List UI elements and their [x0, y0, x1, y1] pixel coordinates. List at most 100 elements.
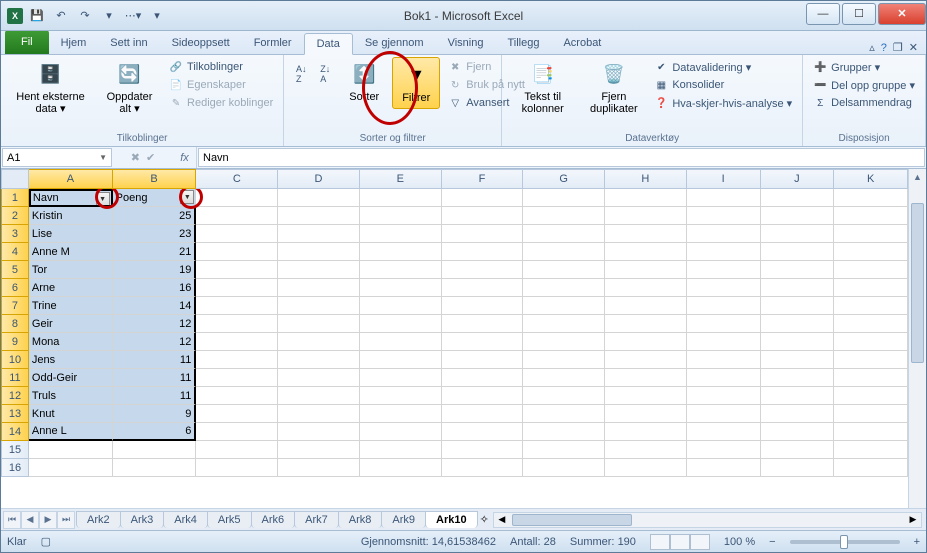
cell-I15[interactable]: [687, 441, 761, 459]
cell-A6[interactable]: Arne: [29, 279, 113, 297]
sort-button[interactable]: ↕️ Sorter: [340, 57, 388, 107]
cell-C13[interactable]: [196, 405, 278, 423]
cell-K7[interactable]: [834, 297, 908, 315]
cell-J2[interactable]: [761, 207, 835, 225]
cell-B11[interactable]: 11: [113, 369, 197, 387]
cell-G2[interactable]: [523, 207, 605, 225]
cell-A10[interactable]: Jens: [29, 351, 113, 369]
row-header-15[interactable]: 15: [1, 441, 29, 459]
cell-E6[interactable]: [360, 279, 442, 297]
sheet-tab-ark3[interactable]: Ark3: [120, 511, 165, 528]
cell-D13[interactable]: [278, 405, 360, 423]
cell-D8[interactable]: [278, 315, 360, 333]
cell-F10[interactable]: [442, 351, 524, 369]
cell-H3[interactable]: [605, 225, 687, 243]
cell-B12[interactable]: 11: [113, 387, 197, 405]
cell-I13[interactable]: [687, 405, 761, 423]
cell-B14[interactable]: 6: [113, 423, 197, 441]
cell-H8[interactable]: [605, 315, 687, 333]
qat-save[interactable]: 💾: [27, 6, 47, 26]
cell-J7[interactable]: [761, 297, 835, 315]
cell-J11[interactable]: [761, 369, 835, 387]
tab-acrobat[interactable]: Acrobat: [551, 33, 613, 54]
cell-K14[interactable]: [834, 423, 908, 441]
cell-D12[interactable]: [278, 387, 360, 405]
cell-I5[interactable]: [687, 261, 761, 279]
sort-desc-button[interactable]: Z↓A: [314, 57, 336, 91]
filter-dropdown-B[interactable]: ▼: [180, 190, 194, 204]
properties-button[interactable]: 📄Egenskaper: [165, 77, 277, 93]
horizontal-scrollbar[interactable]: ◀▶: [493, 512, 922, 528]
row-header-8[interactable]: 8: [1, 315, 29, 333]
cell-A13[interactable]: Knut: [29, 405, 113, 423]
cell-K12[interactable]: [834, 387, 908, 405]
tab-data[interactable]: Data: [304, 33, 353, 55]
cell-F4[interactable]: [442, 243, 524, 261]
cell-F6[interactable]: [442, 279, 524, 297]
cell-F16[interactable]: [442, 459, 524, 477]
cell-F15[interactable]: [442, 441, 524, 459]
cell-K10[interactable]: [834, 351, 908, 369]
cell-A4[interactable]: Anne M: [29, 243, 113, 261]
cell-G16[interactable]: [523, 459, 605, 477]
remove-duplicates-button[interactable]: 🗑️ Fjern duplikater: [581, 57, 646, 119]
row-header-16[interactable]: 16: [1, 459, 29, 477]
cell-K3[interactable]: [834, 225, 908, 243]
cell-C2[interactable]: [196, 207, 278, 225]
sheet-tab-ark9[interactable]: Ark9: [381, 511, 426, 528]
cell-K11[interactable]: [834, 369, 908, 387]
row-header-1[interactable]: 1: [1, 189, 29, 207]
tab-hjem[interactable]: Hjem: [49, 33, 99, 54]
cell-E9[interactable]: [360, 333, 442, 351]
qat-more-2[interactable]: ⋯▾: [123, 6, 143, 26]
row-header-6[interactable]: 6: [1, 279, 29, 297]
cell-I16[interactable]: [687, 459, 761, 477]
cell-F7[interactable]: [442, 297, 524, 315]
row-header-2[interactable]: 2: [1, 207, 29, 225]
cell-J9[interactable]: [761, 333, 835, 351]
tab-se-gjennom[interactable]: Se gjennom: [353, 33, 436, 54]
sheet-nav-next[interactable]: ▶: [39, 511, 57, 529]
cell-E2[interactable]: [360, 207, 442, 225]
close-button[interactable]: ✕: [878, 3, 926, 25]
ribbon-minimize-icon[interactable]: ▵: [869, 41, 875, 54]
cell-G11[interactable]: [523, 369, 605, 387]
cell-C12[interactable]: [196, 387, 278, 405]
cell-A8[interactable]: Geir: [29, 315, 113, 333]
cell-H2[interactable]: [605, 207, 687, 225]
row-header-5[interactable]: 5: [1, 261, 29, 279]
vertical-scrollbar[interactable]: ▲: [908, 169, 926, 508]
row-header-14[interactable]: 14: [1, 423, 29, 441]
advanced-filter-button[interactable]: ▽Avansert: [444, 95, 529, 111]
cell-G7[interactable]: [523, 297, 605, 315]
cell-K8[interactable]: [834, 315, 908, 333]
cell-H5[interactable]: [605, 261, 687, 279]
cell-G4[interactable]: [523, 243, 605, 261]
sheet-tab-ark6[interactable]: Ark6: [251, 511, 296, 528]
column-header-G[interactable]: G: [523, 169, 605, 189]
tab-sett-inn[interactable]: Sett inn: [98, 33, 159, 54]
sheet-tab-ark5[interactable]: Ark5: [207, 511, 252, 528]
cell-I11[interactable]: [687, 369, 761, 387]
cell-I10[interactable]: [687, 351, 761, 369]
tab-visning[interactable]: Visning: [436, 33, 496, 54]
select-all-corner[interactable]: [1, 169, 29, 189]
cell-G6[interactable]: [523, 279, 605, 297]
column-header-I[interactable]: I: [687, 169, 761, 189]
cell-C8[interactable]: [196, 315, 278, 333]
cell-I8[interactable]: [687, 315, 761, 333]
cell-H12[interactable]: [605, 387, 687, 405]
cell-K16[interactable]: [834, 459, 908, 477]
column-header-B[interactable]: B: [113, 169, 197, 189]
cell-F8[interactable]: [442, 315, 524, 333]
cell-F12[interactable]: [442, 387, 524, 405]
cell-E3[interactable]: [360, 225, 442, 243]
cell-A16[interactable]: [29, 459, 113, 477]
cell-D10[interactable]: [278, 351, 360, 369]
cell-F13[interactable]: [442, 405, 524, 423]
get-external-data-button[interactable]: 🗄️ Hent eksterne data ▾: [7, 57, 94, 119]
tab-tillegg[interactable]: Tillegg: [495, 33, 551, 54]
cell-C1[interactable]: [196, 189, 278, 207]
cell-B1[interactable]: Poeng▼: [113, 189, 197, 207]
view-pagebreak-button[interactable]: [690, 534, 710, 550]
